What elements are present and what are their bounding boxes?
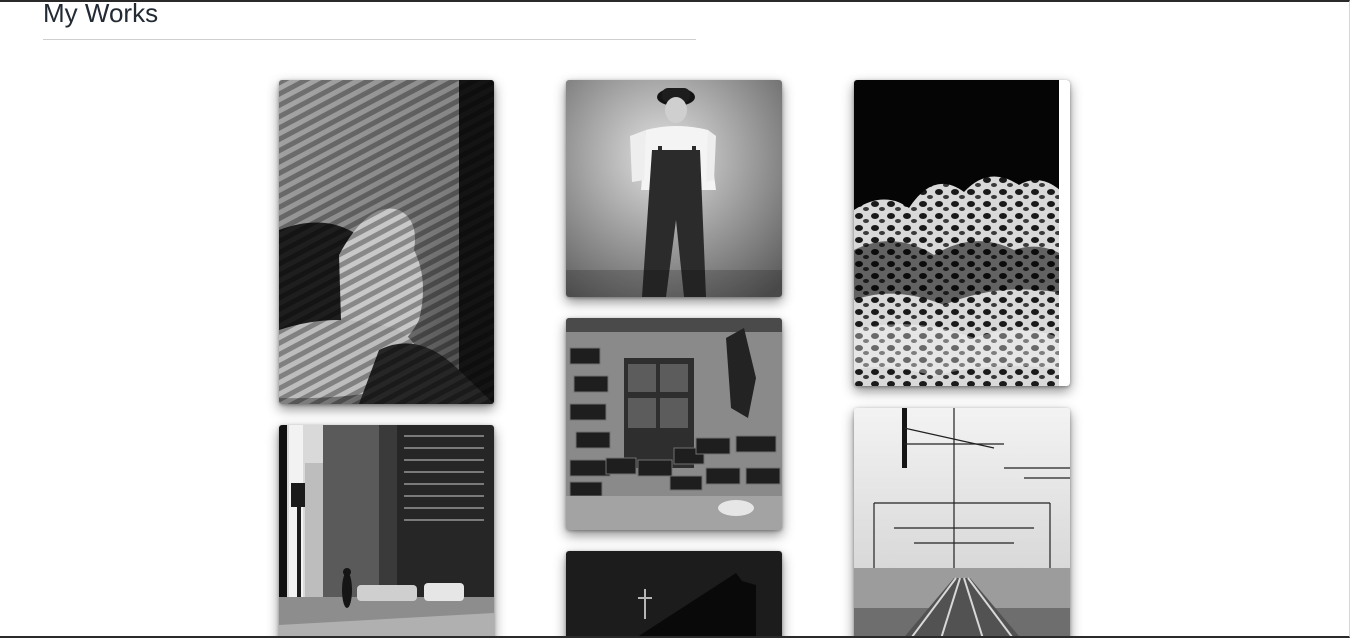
gallery-photo-ocean-wave[interactable] bbox=[854, 80, 1070, 386]
gallery-photo-block-wall[interactable] bbox=[566, 318, 782, 530]
gallery-photo-hands[interactable] bbox=[279, 80, 494, 404]
ocean-wave-foam-image bbox=[854, 80, 1070, 386]
page-frame: My Works bbox=[0, 0, 1350, 638]
person-overalls-bucket-hat-image bbox=[566, 80, 782, 297]
section-divider bbox=[43, 39, 696, 40]
dark-building-cross-image bbox=[566, 551, 782, 636]
section-header: My Works bbox=[43, 0, 696, 40]
hands-blinds-shadow-image bbox=[279, 80, 494, 404]
city-street-skyscrapers-image bbox=[279, 425, 494, 636]
gallery-photo-portrait[interactable] bbox=[566, 80, 782, 297]
railway-tracks-overhead-lines-image bbox=[854, 408, 1070, 636]
gallery-photo-dark-building[interactable] bbox=[566, 551, 782, 636]
gallery-photo-railway[interactable] bbox=[854, 408, 1070, 636]
section-title: My Works bbox=[43, 0, 159, 28]
concrete-block-wall-window-image bbox=[566, 318, 782, 530]
gallery-photo-city-street[interactable] bbox=[279, 425, 494, 636]
